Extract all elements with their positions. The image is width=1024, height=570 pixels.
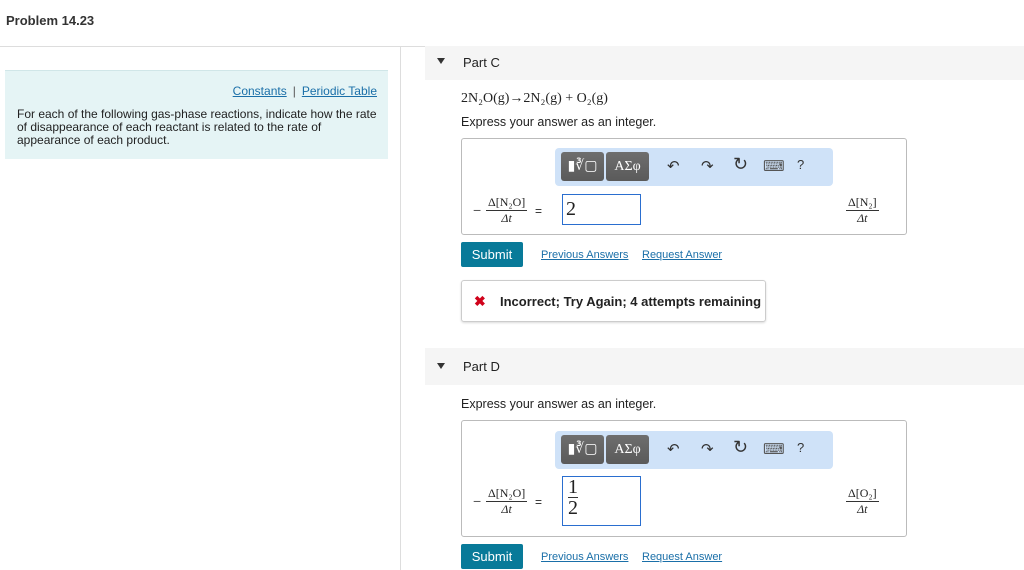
undo-icon[interactable]: ↶ [667, 157, 680, 175]
part-d-header[interactable]: Part D [425, 348, 1024, 385]
separator: | [292, 84, 296, 98]
answer-denominator: 2 [568, 497, 578, 519]
constants-link[interactable]: Constants [233, 84, 287, 98]
product-rate-fraction: Δ[O₂] Δt [846, 486, 879, 516]
instruction: Express your answer as an integer. [461, 115, 657, 129]
answer-input[interactable]: 1 2 [562, 476, 641, 526]
previous-answers-link[interactable]: Previous Answers [541, 249, 628, 261]
info-panel: Constants | Periodic Table For each of the… [5, 70, 388, 159]
greek-symbols-button[interactable]: ΑΣφ [606, 152, 649, 181]
feedback-message: ✖ Incorrect; Try Again; 4 attempts remai… [461, 280, 766, 322]
keyboard-icon[interactable]: ⌨ [763, 440, 785, 458]
redo-icon[interactable]: ↷ [701, 157, 714, 175]
previous-answers-link[interactable]: Previous Answers [541, 551, 628, 563]
minus-sign: − [473, 202, 482, 218]
product-rate-fraction: Δ[N₂] Δt [846, 195, 879, 225]
reaction-equation: 2N₂O(g)→2N₂(g) + O₂(g) [461, 91, 608, 106]
reactant-rate-fraction: Δ[N₂O] Δt [486, 486, 528, 516]
minus-sign: − [473, 493, 482, 509]
request-answer-link[interactable]: Request Answer [642, 551, 722, 563]
reset-icon[interactable]: ↻ [733, 154, 748, 175]
collapse-triangle-icon [437, 58, 445, 64]
equals-sign: = [535, 495, 543, 509]
submit-button[interactable]: Submit [461, 242, 523, 267]
feedback-text: Incorrect; Try Again; 4 attempts remaini… [500, 294, 762, 309]
redo-icon[interactable]: ↷ [701, 440, 714, 458]
answer-box-d: ▮∛▢ ΑΣφ ↶ ↷ ↻ ⌨ ? − Δ[N₂O] Δt = 1 2 Δ[O₂]… [461, 420, 907, 537]
part-d-label: Part D [463, 359, 500, 374]
greek-symbols-button[interactable]: ΑΣφ [606, 435, 649, 464]
problem-title: Problem 14.23 [6, 13, 95, 28]
part-c-label: Part C [463, 55, 500, 70]
reset-icon[interactable]: ↻ [733, 437, 748, 458]
equals-sign: = [535, 204, 543, 218]
undo-icon[interactable]: ↶ [667, 440, 680, 458]
templates-button[interactable]: ▮∛▢ [561, 152, 604, 181]
incorrect-x-icon: ✖ [474, 293, 486, 309]
templates-button[interactable]: ▮∛▢ [561, 435, 604, 464]
math-toolbar: ▮∛▢ ΑΣφ ↶ ↷ ↻ ⌨ ? [555, 431, 833, 469]
help-icon[interactable]: ? [797, 440, 804, 455]
collapse-triangle-icon [437, 363, 445, 369]
answer-numerator: 1 [568, 476, 578, 498]
answer-box-c: ▮∛▢ ΑΣφ ↶ ↷ ↻ ⌨ ? − Δ[N₂O] Δt = 2 Δ[N₂] Δt [461, 138, 907, 235]
answer-input[interactable]: 2 [562, 194, 641, 225]
column-divider [400, 46, 401, 570]
request-answer-link[interactable]: Request Answer [642, 249, 722, 261]
math-toolbar: ▮∛▢ ΑΣφ ↶ ↷ ↻ ⌨ ? [555, 148, 833, 186]
periodic-table-link[interactable]: Periodic Table [302, 84, 377, 98]
help-icon[interactable]: ? [797, 157, 804, 172]
keyboard-icon[interactable]: ⌨ [763, 157, 785, 175]
part-c-header[interactable]: Part C [425, 46, 1024, 80]
reactant-rate-fraction: Δ[N₂O] Δt [486, 195, 528, 225]
instruction: Express your answer as an integer. [461, 397, 657, 411]
submit-button[interactable]: Submit [461, 544, 523, 569]
intro-text: For each of the following gas-phase reac… [17, 107, 377, 147]
